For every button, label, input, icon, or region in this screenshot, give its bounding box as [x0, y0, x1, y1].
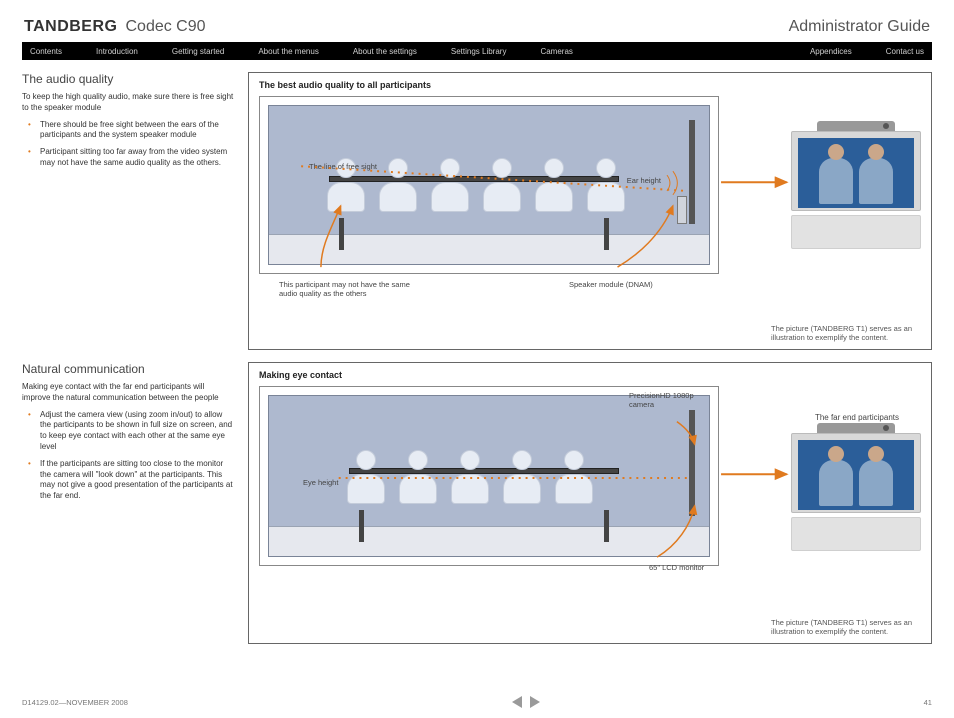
label-line-of-free-sight: The line of free sight [309, 162, 377, 171]
person-icon [377, 156, 419, 212]
nav-item-contents[interactable]: Contents [30, 47, 62, 56]
left-column-natural: Natural communication Making eye contact… [22, 362, 234, 644]
nav-item-appendices[interactable]: Appendices [810, 47, 852, 56]
bullet-item: Adjust the camera view (using zoom in/ou… [34, 410, 234, 453]
next-page-icon[interactable] [530, 696, 540, 708]
pager [512, 696, 540, 708]
device-stand-icon [791, 215, 921, 249]
section-intro-natural: Making eye contact with the far end part… [22, 382, 234, 404]
tv-panel-icon [689, 410, 695, 516]
label-camera: PrecisionHD 1080p camera [629, 391, 709, 409]
bullet-item: Participant sitting too far away from th… [34, 147, 234, 169]
speaker-module-icon [677, 196, 687, 224]
person-icon [501, 448, 543, 504]
floor-illustration [269, 234, 709, 264]
room-illustration: The line of free sight Ear height [268, 105, 710, 265]
header: TANDBERG Codec C90 Administrator Guide [22, 18, 932, 42]
panel-title: The best audio quality to all participan… [259, 80, 921, 90]
floor-illustration [269, 526, 709, 556]
prev-page-icon[interactable] [512, 696, 522, 708]
person-icon [429, 156, 471, 212]
nav-item-introduction[interactable]: Introduction [96, 47, 138, 56]
left-column-audio: The audio quality To keep the high quali… [22, 72, 234, 350]
device-screen-icon [798, 138, 914, 208]
nav-item-about-menus[interactable]: About the menus [258, 47, 318, 56]
person-icon [585, 156, 627, 212]
device-stand-icon [791, 517, 921, 551]
page-number: 41 [924, 698, 932, 707]
person-icon [533, 156, 575, 212]
device-screen-icon [798, 440, 914, 510]
tandberg-device-illustration [791, 131, 921, 249]
doc-reference: D14129.02—NOVEMBER 2008 [22, 698, 128, 707]
nav-item-cameras[interactable]: Cameras [540, 47, 572, 56]
far-end-person-icon [859, 158, 893, 204]
diagram-annotations: This participant may not have the same a… [259, 280, 921, 298]
nav-item-contact-us[interactable]: Contact us [886, 47, 924, 56]
tandberg-device-illustration [791, 433, 921, 551]
far-end-person-icon [819, 460, 853, 506]
footer: D14129.02—NOVEMBER 2008 41 [22, 696, 932, 708]
label-ear-height: Ear height [627, 176, 661, 185]
person-icon [345, 448, 387, 504]
annotation-participant: This participant may not have the same a… [279, 280, 419, 298]
nav-item-settings-library[interactable]: Settings Library [451, 47, 507, 56]
device-caption: The picture (TANDBERG T1) serves as an i… [771, 618, 921, 638]
camera-bar-icon [817, 121, 895, 131]
diagram-eye-room: Eye height [259, 386, 719, 566]
far-end-person-icon [859, 460, 893, 506]
person-icon [449, 448, 491, 504]
top-nav: Contents Introduction Getting started Ab… [22, 42, 932, 60]
doc-title: Administrator Guide [789, 18, 930, 36]
person-icon [481, 156, 523, 212]
annotation-speaker-module: Speaker module (DNAM) [569, 280, 653, 298]
label-far-end-participants: The far end participants [815, 413, 899, 423]
section-natural-communication: Natural communication Making eye contact… [22, 362, 932, 644]
diagram-audio-room: The line of free sight Ear height [259, 96, 719, 274]
brand-block: TANDBERG Codec C90 [24, 18, 206, 36]
section-audio-quality: The audio quality To keep the high quali… [22, 72, 932, 350]
participants-row [345, 448, 595, 504]
person-icon [553, 448, 595, 504]
tv-panel-icon [689, 120, 695, 224]
bullet-item: There should be free sight between the e… [34, 120, 234, 142]
label-monitor: 65" LCD monitor [649, 563, 719, 572]
section-title-audio: The audio quality [22, 72, 234, 86]
bullet-item: If the participants are sitting too clos… [34, 459, 234, 502]
device-caption: The picture (TANDBERG T1) serves as an i… [771, 324, 921, 344]
camera-bar-icon [817, 423, 895, 433]
nav-item-getting-started[interactable]: Getting started [172, 47, 224, 56]
brand-logo: TANDBERG [24, 18, 117, 36]
panel-best-audio: The best audio quality to all participan… [248, 72, 932, 350]
section-intro-audio: To keep the high quality audio, make sur… [22, 92, 234, 114]
product-name: Codec C90 [125, 18, 205, 36]
section-title-natural: Natural communication [22, 362, 234, 376]
far-end-person-icon [819, 158, 853, 204]
page: TANDBERG Codec C90 Administrator Guide C… [0, 0, 954, 718]
room-illustration: Eye height [268, 395, 710, 557]
person-icon [397, 448, 439, 504]
nav-item-about-settings[interactable]: About the settings [353, 47, 417, 56]
label-eye-height: Eye height [303, 478, 338, 487]
panel-title: Making eye contact [259, 370, 921, 380]
panel-eye-contact: Making eye contact Eye height [248, 362, 932, 644]
